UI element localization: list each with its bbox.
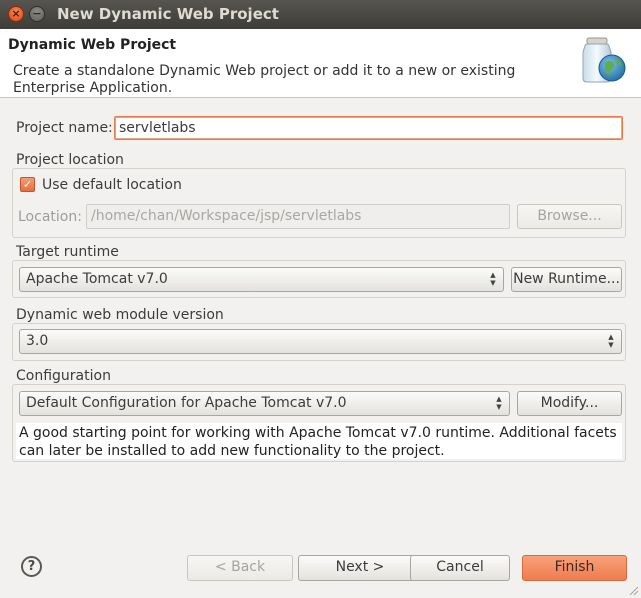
- updown-arrows-icon: ▲ ▼: [608, 333, 614, 349]
- checkmark-icon: ✓: [22, 178, 33, 191]
- module-version-select[interactable]: 3.0 ▲ ▼: [19, 329, 622, 354]
- location-label: Location:: [18, 209, 82, 225]
- target-runtime-select[interactable]: Apache Tomcat v7.0 ▲ ▼: [19, 267, 504, 292]
- target-runtime-group-label: Target runtime: [16, 244, 119, 260]
- window-title: New Dynamic Web Project: [57, 5, 279, 23]
- resize-grip-icon[interactable]: [629, 586, 639, 596]
- close-icon: ×: [11, 7, 21, 20]
- configuration-group-label: Configuration: [16, 368, 111, 384]
- new-runtime-button[interactable]: New Runtime...: [511, 267, 622, 292]
- module-version-group-label: Dynamic web module version: [16, 307, 224, 323]
- help-button[interactable]: ?: [21, 556, 42, 577]
- finish-button[interactable]: Finish: [522, 555, 627, 581]
- web-project-jar-globe-icon: [582, 37, 626, 83]
- project-name-label: Project name:: [16, 120, 113, 136]
- help-icon: ?: [27, 559, 36, 574]
- next-button[interactable]: Next >: [298, 555, 422, 581]
- cancel-button[interactable]: Cancel: [410, 555, 510, 581]
- window-minimize-button[interactable]: −: [29, 6, 45, 22]
- window-close-button[interactable]: ×: [8, 6, 24, 22]
- configuration-selected: Default Configuration for Apache Tomcat …: [26, 395, 347, 411]
- window-titlebar[interactable]: × − New Dynamic Web Project: [0, 0, 641, 29]
- use-default-location-label[interactable]: Use default location: [42, 177, 182, 193]
- project-location-group-label: Project location: [16, 152, 124, 168]
- module-version-selected: 3.0: [26, 333, 49, 349]
- location-input[interactable]: /home/chan/Workspace/jsp/servletlabs: [86, 204, 510, 229]
- configuration-select[interactable]: Default Configuration for Apache Tomcat …: [19, 391, 510, 416]
- modify-button[interactable]: Modify...: [517, 391, 622, 416]
- browse-button[interactable]: Browse...: [517, 204, 622, 229]
- target-runtime-selected: Apache Tomcat v7.0: [26, 271, 168, 287]
- configuration-description: A good starting point for working with A…: [16, 423, 622, 459]
- use-default-location-checkbox[interactable]: ✓: [20, 177, 35, 192]
- project-name-input[interactable]: servletlabs: [114, 116, 623, 140]
- back-button[interactable]: < Back: [187, 555, 293, 581]
- updown-arrows-icon: ▲ ▼: [490, 271, 496, 287]
- minimize-icon: −: [32, 7, 42, 20]
- page-description: Create a standalone Dynamic Web project …: [13, 63, 516, 96]
- page-title: Dynamic Web Project: [8, 37, 177, 53]
- updown-arrows-icon: ▲ ▼: [496, 395, 502, 411]
